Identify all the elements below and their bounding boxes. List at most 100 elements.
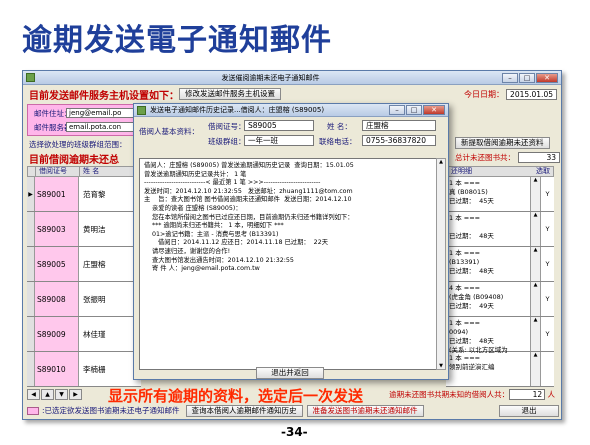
dialog-titlebar: 发送电子通知邮件历史记录...借阅人：庄盟榕 (S89005) – □ ✕: [134, 104, 448, 117]
select-column-header: 选取: [536, 167, 550, 175]
column-header-name[interactable]: 姓 名: [80, 167, 140, 176]
scroll-up-icon[interactable]: ▲: [530, 247, 540, 281]
detail-row[interactable]: 4 本 === (虎金角 (B09408) 已过期： 49天 ▲ Y: [446, 282, 554, 317]
scroll-up-icon[interactable]: ▲: [530, 282, 540, 316]
class-field[interactable]: 一年一班: [244, 135, 314, 146]
history-line: *** 逾期尚未归还书籍共： 1 本，明细如下 ***: [144, 222, 284, 230]
late-count-suffix: 期未知的借阅人共：: [441, 390, 510, 399]
legend-text: :已选定欲发送图书逾期未还电子通知邮件: [42, 406, 180, 415]
name-cell: 黄明洁: [79, 212, 141, 246]
page-number: -34-: [281, 425, 308, 439]
history-scrollbar[interactable]: ▲ ▼: [436, 158, 446, 370]
scroll-up-icon[interactable]: ▲: [530, 317, 540, 351]
late-borrowers-count: 逾期未还图书共期未知的借阅人共： 12 人: [389, 389, 555, 400]
name-cell: 庄盟榕: [79, 247, 141, 281]
select-flag[interactable]: Y: [540, 282, 554, 316]
main-window-title: 发送催阅逾期未还电子通知邮件: [221, 73, 320, 82]
history-line: 亲爱的读者 庄盟榕 (S89005)：: [144, 204, 242, 212]
name-cell: 张振明: [79, 282, 141, 316]
record-navigator: ◀ ▲ ▼ ▶: [27, 389, 82, 400]
modify-host-button[interactable]: 修改发送邮件服务主机设置: [179, 88, 281, 100]
dialog-app-icon: [137, 105, 146, 115]
phone-field[interactable]: 0755-36837820: [362, 135, 436, 146]
scroll-up-icon[interactable]: ▲: [437, 159, 445, 165]
card-cell: S89009: [35, 317, 79, 351]
exit-return-button[interactable]: 退出并返回: [256, 367, 324, 379]
history-text-area[interactable]: 借阅人：庄盟榕 (S89005) 曾发送逾期通知历史记录 查询日期：15.01.…: [139, 158, 437, 370]
left-grid: ▶ S89001 范育黎 S89003 黄明洁 S89005 庄盟榕 S89008 张振明…: [27, 177, 141, 387]
minimize-icon[interactable]: –: [502, 72, 518, 83]
main-titlebar: 发送催阅逾期未还电子通知邮件 – □ ✕: [23, 71, 561, 85]
history-line: 查大图书馆发出通告时间：2014.12.10 21:32:55: [144, 256, 294, 264]
table-row[interactable]: S89003 黄明洁: [27, 212, 141, 247]
name-cell: 李楠栅: [79, 352, 141, 386]
row-marker: [27, 212, 35, 246]
scroll-down-icon[interactable]: ▼: [437, 363, 445, 369]
card-cell: S89003: [35, 212, 79, 246]
history-line: 您在本馆所借阅之图书已过应还日期，目前逾期仍未归还书籍详列如下：: [144, 213, 354, 221]
mail-host-label: 目前发送邮件服务主机设置如下：: [29, 90, 179, 102]
date-field[interactable]: 2015.01.05: [506, 88, 557, 100]
select-flag[interactable]: [540, 352, 554, 386]
table-row[interactable]: S89010 李楠栅: [27, 352, 141, 387]
dialog-maximize-icon[interactable]: □: [406, 105, 422, 115]
history-line: 借阅人：庄盟榕 (S89005) 曾发送逾期通知历史记录 查询日期：15.01.…: [144, 162, 354, 169]
card-cell: S89005: [35, 247, 79, 281]
detail-text: 1 本 === 0094) 已过期： 48天 (关系: 以北方区域为: [449, 319, 508, 354]
table-row[interactable]: S89009 林佳瑾: [27, 317, 141, 352]
class-label: 班级群组：: [208, 137, 246, 146]
detail-text: 1 本 === 领别前逆演汇编: [449, 354, 495, 371]
late-count-unit: 人: [547, 390, 556, 399]
scroll-up-icon[interactable]: ▲: [530, 352, 540, 386]
detail-row[interactable]: 1 本 === 0094) 已过期： 48天 (关系: 以北方区域为 ▲ Y: [446, 317, 554, 354]
detail-row[interactable]: 1 本 === 真 (B08015) 已过期： 45天 ▲ Y: [446, 177, 554, 212]
detail-text: 1 本 === 已过期： 48天: [449, 214, 494, 240]
select-flag[interactable]: Y: [540, 247, 554, 281]
nav-last-button[interactable]: ▶: [69, 389, 82, 400]
name-field[interactable]: 庄盟榕: [362, 120, 436, 131]
select-flag[interactable]: Y: [540, 317, 554, 351]
history-line: ---------------------------< 最近第 1 笔 >>>…: [144, 179, 321, 187]
fetch-overdue-button[interactable]: 新提取借阅逾期未还资料: [455, 137, 550, 149]
card-cell: S89010: [35, 352, 79, 386]
table-row[interactable]: S89005 庄盟榕: [27, 247, 141, 282]
detail-row[interactable]: 1 本 === 已过期： 48天 ▲ Y: [446, 212, 554, 247]
class-scope-label: 选择欲处理的班级群组范围：: [29, 140, 127, 149]
prepare-send-button[interactable]: 准备发送图书逾期未还通知邮件: [306, 404, 424, 417]
select-flag[interactable]: Y: [540, 212, 554, 246]
exit-button[interactable]: 退出: [499, 404, 559, 417]
detail-row[interactable]: 1 本 === 领别前逆演汇编 ▲: [446, 352, 554, 387]
table-row[interactable]: S89008 张振明: [27, 282, 141, 317]
late-count-label: 逾期未还图书共: [389, 390, 442, 399]
scroll-up-icon[interactable]: ▲: [530, 212, 540, 246]
close-icon[interactable]: ✕: [536, 72, 558, 83]
name-cell: 林佳瑾: [79, 317, 141, 351]
header-row: 目前发送邮件服务主机设置如下： 修改发送邮件服务主机设置 今日日期： 2015.…: [29, 87, 557, 102]
dialog-minimize-icon[interactable]: –: [389, 105, 405, 115]
dialog-close-icon[interactable]: ✕: [423, 105, 445, 115]
scroll-up-icon[interactable]: ▲: [530, 177, 540, 211]
nav-first-button[interactable]: ◀: [27, 389, 40, 400]
history-button[interactable]: 查询本借阅人逾期邮件通知历史: [185, 404, 303, 417]
detail-column-header: 还明细: [451, 167, 472, 175]
total-value: 33: [518, 152, 560, 163]
app-icon: [26, 73, 35, 82]
column-header-card[interactable]: 借阅证号: [36, 167, 80, 176]
card-field[interactable]: S89005: [244, 120, 314, 131]
pink-swatch: [27, 406, 39, 415]
annotation-caption: 显示所有逾期的资料，选定后一次发送: [108, 387, 364, 405]
phone-label: 联络电话：: [319, 137, 357, 146]
total-label: 总计未还图书共：: [455, 153, 515, 162]
select-flag[interactable]: Y: [540, 177, 554, 211]
maximize-icon[interactable]: □: [519, 72, 535, 83]
detail-row[interactable]: 1 本 === (B13391) 已过期： 48天 ▲ Y: [446, 247, 554, 282]
detail-text: 4 本 === (虎金角 (B09408) 已过期： 49天: [449, 284, 504, 310]
late-count-value: 12: [509, 389, 546, 400]
card-label: 借阅证号：: [208, 122, 246, 131]
nav-next-button[interactable]: ▼: [55, 389, 68, 400]
table-row[interactable]: ▶ S89001 范育黎: [27, 177, 141, 212]
history-line: 曾发送逾期通知历史记录共计： 1 笔: [144, 170, 247, 178]
nav-prev-button[interactable]: ▲: [41, 389, 54, 400]
name-label: 姓 名：: [327, 122, 352, 131]
row-marker: [27, 282, 35, 316]
